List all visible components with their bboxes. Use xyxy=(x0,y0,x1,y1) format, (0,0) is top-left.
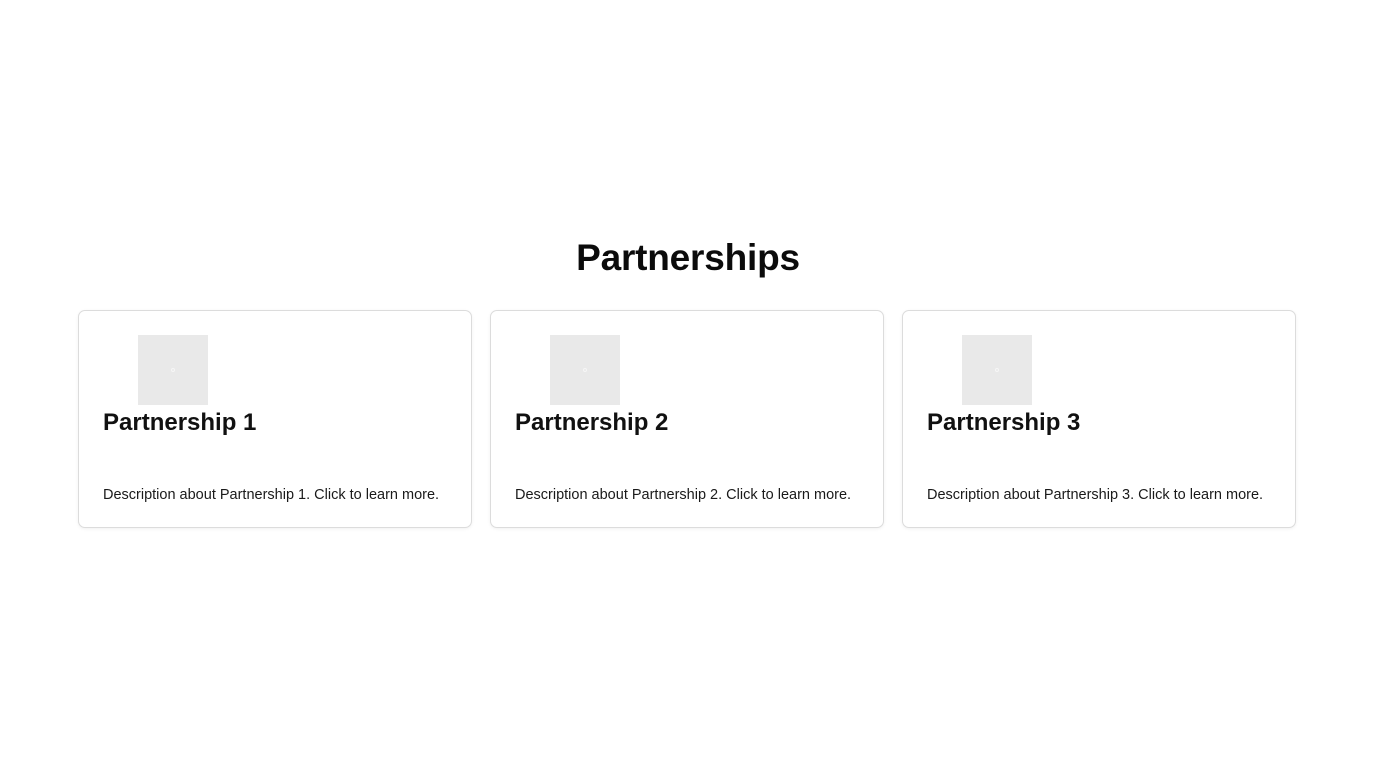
partner-logo-image xyxy=(138,335,208,405)
card-description: Description about Partnership 3. Click t… xyxy=(927,487,1264,503)
image-placeholder-icon xyxy=(995,368,999,372)
card-title: Partnership 3 xyxy=(927,409,1081,436)
card-title: Partnership 1 xyxy=(103,409,257,436)
partnerships-section: Partnerships Partnership 1 Description a… xyxy=(0,0,1376,768)
partner-logo-image xyxy=(962,335,1032,405)
card-description: Description about Partnership 1. Click t… xyxy=(103,487,440,503)
partnership-card-2[interactable]: Partnership 2 Description about Partners… xyxy=(490,310,884,528)
card-title: Partnership 2 xyxy=(515,409,669,436)
page-title: Partnerships xyxy=(576,237,800,278)
image-placeholder-icon xyxy=(171,368,175,372)
card-description: Description about Partnership 2. Click t… xyxy=(515,487,852,503)
partnership-card-1[interactable]: Partnership 1 Description about Partners… xyxy=(78,310,472,528)
image-placeholder-icon xyxy=(583,368,587,372)
partnership-cards: Partnership 1 Description about Partners… xyxy=(78,310,1298,530)
partnership-card-3[interactable]: Partnership 3 Description about Partners… xyxy=(902,310,1296,528)
partner-logo-image xyxy=(550,335,620,405)
